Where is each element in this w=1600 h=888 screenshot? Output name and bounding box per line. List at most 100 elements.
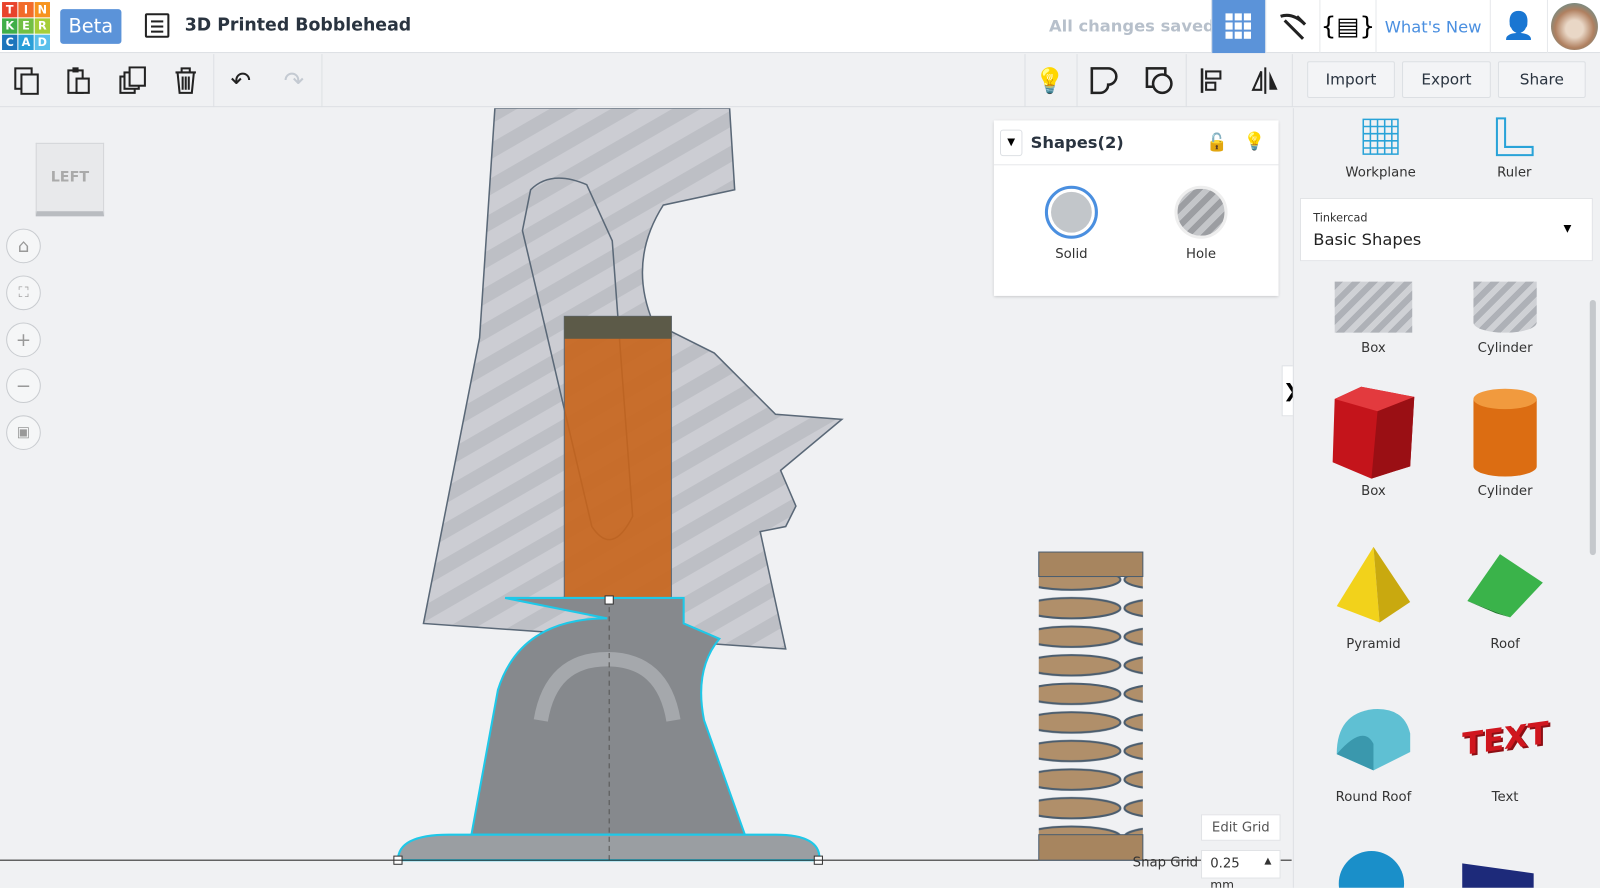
snap-grid-value: 0.25 [1210, 856, 1240, 872]
home-view-button[interactable]: ⌂ [6, 228, 41, 264]
blocks-view-button[interactable] [1265, 0, 1319, 54]
copy-icon [14, 67, 39, 95]
show-all-button[interactable]: 💡 [1034, 64, 1067, 97]
box-icon [1332, 386, 1415, 479]
codeblocks-button[interactable]: {▤} [1319, 0, 1376, 54]
copy-button[interactable] [10, 64, 43, 97]
cube-icon: ▣ [16, 424, 31, 441]
snap-grid-label: Snap Grid [1132, 855, 1199, 871]
lightbulb-icon[interactable]: 💡 [1244, 132, 1266, 152]
align-icon [1200, 68, 1222, 93]
solid-label: Solid [1055, 246, 1088, 263]
logo-letter: A [18, 34, 34, 50]
duplicate-button[interactable] [116, 64, 149, 97]
undo-button[interactable]: ↶ [224, 64, 257, 97]
panel-scrollbar[interactable] [1589, 299, 1596, 556]
logo-letter: D [34, 34, 50, 50]
3d-view-button[interactable] [1211, 0, 1266, 54]
import-button[interactable]: Import [1307, 61, 1395, 98]
paste-button[interactable] [62, 64, 95, 97]
neck-peg [563, 315, 672, 601]
codeblocks-icon: {▤} [1320, 12, 1376, 41]
add-user-icon: 👤 [1502, 11, 1536, 42]
fit-icon: ⛶ [18, 284, 29, 302]
export-button[interactable]: Export [1402, 61, 1491, 98]
redo-button[interactable]: ↷ [278, 64, 311, 97]
workplane-canvas[interactable]: LEFT ⌂ ⛶ + − ▣ ▼ Shapes(2) 🔓 💡 Solid Hol… [0, 108, 1292, 888]
shape-label: Box [1361, 483, 1386, 499]
redo-icon: ↷ [283, 66, 305, 95]
shape-box[interactable]: Box [1317, 382, 1429, 499]
shape-cylinder-hole[interactable]: Cylinder [1449, 261, 1561, 356]
library-name: Basic Shapes [1313, 229, 1422, 249]
user-avatar[interactable] [1546, 0, 1600, 54]
cylinder-icon [1473, 388, 1537, 477]
top-bar: T I N K E R C A D Beta 3D Printed Bobble… [0, 0, 1600, 54]
lock-icon[interactable]: 🔓 [1206, 133, 1228, 153]
zoom-out-button[interactable]: − [6, 368, 41, 404]
ortho-view-button[interactable]: ▣ [6, 415, 41, 450]
hole-label: Hole [1186, 246, 1216, 263]
inspector-title: Shapes(2) [1030, 132, 1124, 153]
save-status: All changes saved [1048, 16, 1215, 36]
grid-icon [1225, 13, 1252, 39]
ungroup-button[interactable] [1143, 64, 1176, 97]
fit-view-button[interactable]: ⛶ [6, 275, 41, 311]
duplicate-icon [119, 66, 146, 94]
ungroup-icon [1145, 67, 1173, 95]
ruler-icon [1495, 117, 1534, 157]
shape-roof[interactable]: Roof [1449, 535, 1561, 652]
zoom-in-button[interactable]: + [6, 322, 41, 358]
invite-user-button[interactable]: 👤 [1489, 0, 1547, 54]
tinkercad-logo[interactable]: T I N K E R C A D [2, 2, 50, 50]
delete-button[interactable] [169, 64, 202, 97]
undo-icon: ↶ [230, 66, 252, 95]
shape-box-hole[interactable]: Box [1317, 261, 1429, 356]
lightbulb-icon: 💡 [1034, 66, 1066, 95]
pyramid-icon [1336, 546, 1411, 623]
logo-letter: R [34, 18, 50, 34]
view-cube[interactable]: LEFT [35, 142, 105, 217]
avatar-image [1550, 3, 1598, 50]
shape-cylinder[interactable]: Cylinder [1449, 382, 1561, 499]
workplane-label: Workplane [1345, 165, 1416, 181]
text-shape-icon: TEXT [1461, 714, 1549, 763]
spring-shape [1038, 552, 1143, 861]
caret-down-icon: ▼ [1563, 223, 1572, 235]
logo-letter: I [18, 2, 34, 18]
shape-label: Round Roof [1335, 789, 1412, 806]
mirror-button[interactable] [1249, 64, 1282, 97]
share-button[interactable]: Share [1497, 61, 1586, 98]
design-title[interactable]: 3D Printed Bobblehead [185, 15, 412, 35]
design-list-icon[interactable] [144, 13, 170, 38]
paste-icon [67, 67, 90, 94]
align-button[interactable] [1196, 64, 1229, 97]
round-roof-icon [1336, 709, 1411, 771]
snap-grid-unit: mm [1210, 877, 1235, 888]
solid-option[interactable]: Solid [1036, 185, 1107, 263]
logo-letter: T [2, 2, 18, 18]
shape-inspector: ▼ Shapes(2) 🔓 💡 Solid Hole [993, 120, 1279, 296]
collapse-inspector-button[interactable]: ▼ [999, 129, 1023, 156]
shape-label: Cylinder [1477, 483, 1533, 499]
whats-new-link[interactable]: What's New [1375, 0, 1489, 54]
shape-library-select[interactable]: Tinkercad Basic Shapes ▼ [1299, 197, 1593, 262]
caret-down-icon: ▼ [1007, 136, 1016, 148]
workplane-tool[interactable]: Workplane [1330, 116, 1432, 181]
ruler-tool[interactable]: Ruler [1463, 116, 1565, 181]
edit-grid-button[interactable]: Edit Grid [1201, 814, 1281, 841]
edit-toolbar: ↶ ↷ 💡 Import Export Share [0, 54, 1600, 108]
pickaxe-icon [1280, 13, 1307, 40]
shape-round-roof[interactable]: Round Roof [1317, 688, 1429, 805]
shape-text[interactable]: TEXT Text [1449, 688, 1561, 805]
logo-letter: C [2, 34, 18, 50]
ruler-label: Ruler [1497, 165, 1532, 181]
snap-grid-select[interactable]: 0.25 ▲ [1201, 849, 1281, 879]
shape-label: Pyramid [1346, 636, 1401, 653]
shape-wedge[interactable] [1462, 863, 1534, 888]
hole-option[interactable]: Hole [1165, 185, 1236, 263]
roof-icon [1467, 554, 1543, 618]
group-button[interactable] [1088, 64, 1121, 97]
shape-sphere[interactable] [1338, 851, 1405, 888]
shape-pyramid[interactable]: Pyramid [1317, 535, 1429, 652]
